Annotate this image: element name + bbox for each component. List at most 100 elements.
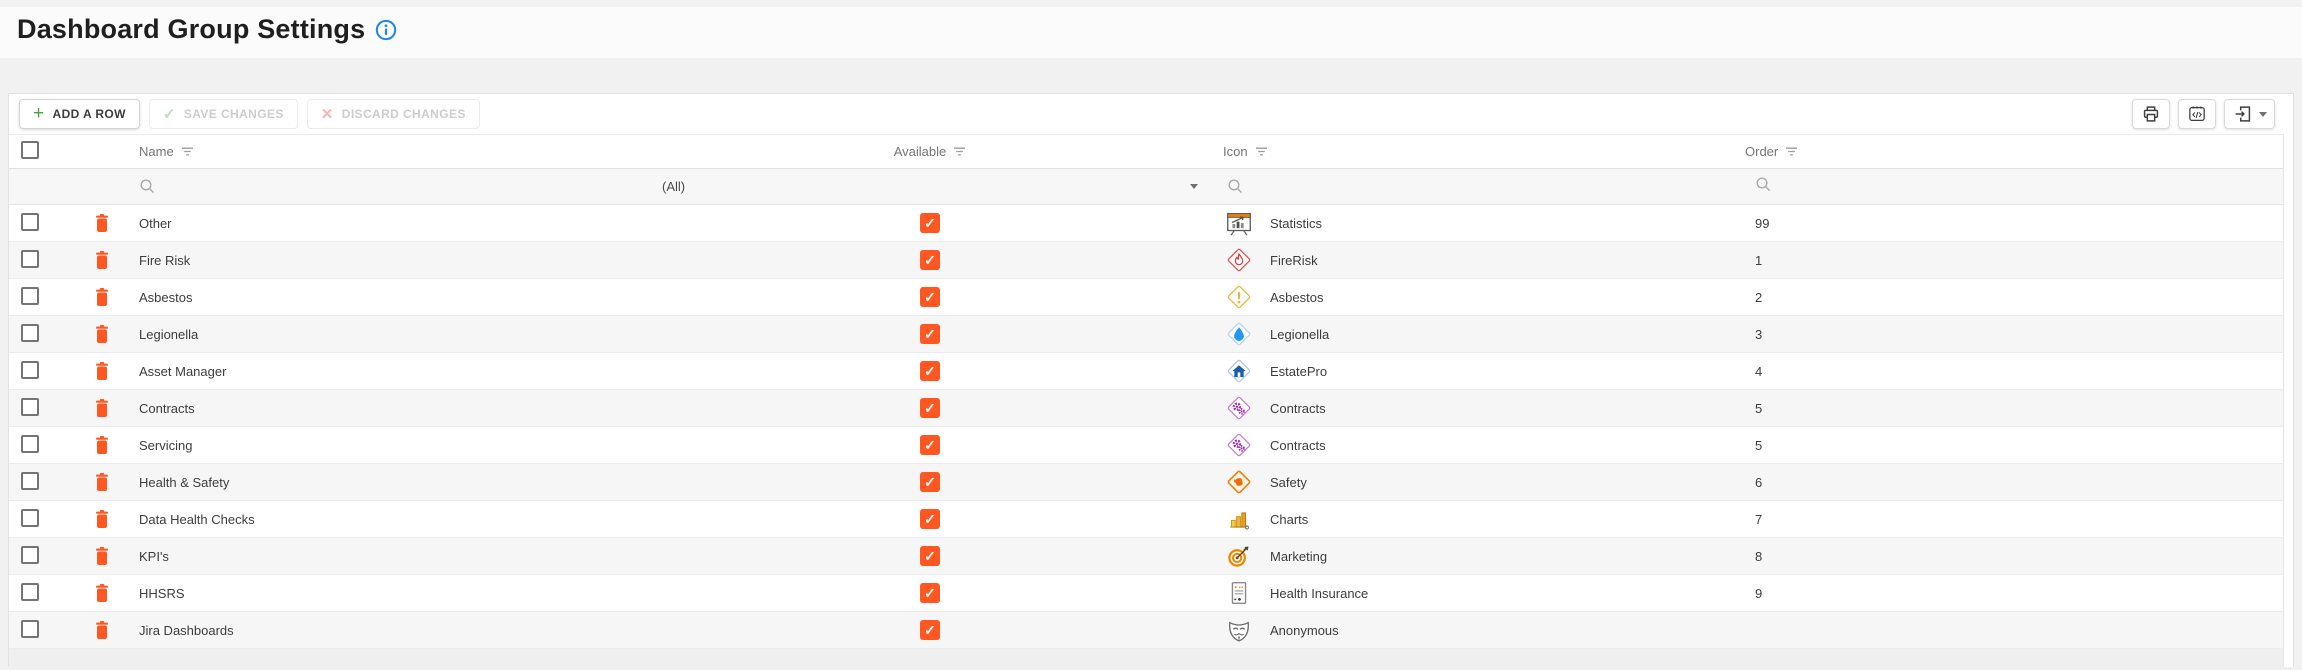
available-checkbox[interactable]: ✓ [920, 435, 940, 455]
name-cell[interactable]: Asset Manager [139, 364, 645, 379]
row-select-checkbox[interactable] [21, 545, 39, 564]
order-cell[interactable]: 2 [1745, 290, 2293, 305]
icon-cell[interactable]: Health Insurance [1215, 577, 1745, 609]
row-select-checkbox[interactable] [21, 508, 39, 527]
column-header-order[interactable]: Order [1745, 144, 2293, 159]
available-cell[interactable]: ✓ [645, 620, 1215, 640]
icon-cell[interactable]: Anonymous [1215, 614, 1745, 646]
icon-cell[interactable]: Marketing [1215, 540, 1745, 572]
vertical-scrollbar-track[interactable] [2283, 134, 2293, 667]
available-cell[interactable]: ✓ [645, 583, 1215, 603]
icon-cell[interactable]: FireRisk [1215, 244, 1745, 276]
order-cell[interactable]: 9 [1745, 586, 2293, 601]
delete-row-icon[interactable] [93, 620, 111, 640]
available-cell[interactable]: ✓ [645, 361, 1215, 381]
icon-cell[interactable]: Safety [1215, 466, 1745, 498]
delete-row-icon[interactable] [93, 546, 111, 566]
name-cell[interactable]: Servicing [139, 438, 645, 453]
column-header-name[interactable]: Name [139, 144, 645, 159]
column-header-icon[interactable]: Icon [1223, 144, 1268, 159]
row-select-checkbox[interactable] [21, 397, 39, 416]
header-filter-icon[interactable] [1255, 146, 1268, 157]
name-filter-input[interactable] [139, 178, 645, 195]
name-cell[interactable]: Contracts [139, 401, 645, 416]
icon-cell[interactable]: Charts [1215, 503, 1745, 535]
row-select-checkbox[interactable] [21, 471, 39, 490]
code-export-button[interactable] [2178, 99, 2216, 129]
name-cell[interactable]: Asbestos [139, 290, 645, 305]
row-select-checkbox[interactable] [21, 286, 39, 305]
available-checkbox[interactable]: ✓ [920, 472, 940, 492]
icon-cell[interactable]: EstatePro [1215, 355, 1745, 387]
available-cell[interactable]: ✓ [645, 509, 1215, 529]
available-checkbox[interactable]: ✓ [920, 250, 940, 270]
row-select-checkbox[interactable] [21, 323, 39, 342]
row-select-checkbox[interactable] [21, 249, 39, 268]
save-changes-button[interactable]: ✓ SAVE CHANGES [148, 99, 298, 129]
available-checkbox[interactable]: ✓ [920, 546, 940, 566]
delete-row-icon[interactable] [93, 472, 111, 492]
row-select-checkbox[interactable] [21, 360, 39, 379]
order-cell[interactable]: 5 [1745, 438, 2293, 453]
delete-row-icon[interactable] [93, 583, 111, 603]
available-cell[interactable]: ✓ [645, 398, 1215, 418]
available-cell[interactable]: ✓ [645, 213, 1215, 233]
order-filter-input[interactable] [1745, 176, 2293, 198]
name-cell[interactable]: Other [139, 216, 645, 231]
available-checkbox[interactable]: ✓ [920, 324, 940, 344]
available-checkbox[interactable]: ✓ [920, 361, 940, 381]
icon-cell[interactable]: Asbestos [1215, 281, 1745, 313]
delete-row-icon[interactable] [93, 250, 111, 270]
name-cell[interactable]: Legionella [139, 327, 645, 342]
available-cell[interactable]: ✓ [645, 324, 1215, 344]
available-checkbox[interactable]: ✓ [920, 620, 940, 640]
name-cell[interactable]: Health & Safety [139, 475, 645, 490]
order-cell[interactable]: 3 [1745, 327, 2293, 342]
delete-row-icon[interactable] [93, 398, 111, 418]
available-filter-select[interactable]: (All) [645, 179, 1215, 194]
name-cell[interactable]: Fire Risk [139, 253, 645, 268]
delete-row-icon[interactable] [93, 287, 111, 307]
select-all-checkbox[interactable] [21, 141, 39, 159]
available-checkbox[interactable]: ✓ [920, 583, 940, 603]
row-select-checkbox[interactable] [21, 434, 39, 453]
discard-changes-button[interactable]: ✕ DISCARD CHANGES [306, 99, 480, 129]
header-filter-icon[interactable] [953, 146, 966, 157]
delete-row-icon[interactable] [93, 361, 111, 381]
print-button[interactable] [2132, 99, 2170, 129]
name-cell[interactable]: Data Health Checks [139, 512, 645, 527]
name-cell[interactable]: Jira Dashboards [139, 623, 645, 638]
delete-row-icon[interactable] [93, 435, 111, 455]
icon-filter-input[interactable] [1215, 178, 1745, 195]
available-cell[interactable]: ✓ [645, 287, 1215, 307]
available-checkbox[interactable]: ✓ [920, 213, 940, 233]
available-checkbox[interactable]: ✓ [920, 398, 940, 418]
order-cell[interactable]: 8 [1745, 549, 2293, 564]
icon-cell[interactable]: Contracts [1215, 429, 1745, 461]
row-select-checkbox[interactable] [21, 582, 39, 601]
order-cell[interactable]: 1 [1745, 253, 2293, 268]
delete-row-icon[interactable] [93, 213, 111, 233]
available-cell[interactable]: ✓ [645, 435, 1215, 455]
available-cell[interactable]: ✓ [645, 546, 1215, 566]
available-checkbox[interactable]: ✓ [920, 287, 940, 307]
add-a-row-button[interactable]: + ADD A ROW [19, 99, 140, 129]
row-select-checkbox[interactable] [21, 619, 39, 638]
icon-cell[interactable]: Contracts [1215, 392, 1745, 424]
icon-cell[interactable]: Statistics [1215, 207, 1745, 239]
name-cell[interactable]: KPI's [139, 549, 645, 564]
header-filter-icon[interactable] [181, 146, 194, 157]
header-filter-icon[interactable] [1785, 146, 1798, 157]
available-checkbox[interactable]: ✓ [920, 509, 940, 529]
order-cell[interactable]: 4 [1745, 364, 2293, 379]
column-header-available[interactable]: Available [894, 144, 967, 159]
order-cell[interactable]: 7 [1745, 512, 2293, 527]
info-icon[interactable] [375, 19, 397, 41]
order-cell[interactable]: 6 [1745, 475, 2293, 490]
delete-row-icon[interactable] [93, 509, 111, 529]
export-button[interactable] [2224, 99, 2275, 129]
name-cell[interactable]: HHSRS [139, 586, 645, 601]
available-cell[interactable]: ✓ [645, 472, 1215, 492]
icon-cell[interactable]: Legionella [1215, 318, 1745, 350]
delete-row-icon[interactable] [93, 324, 111, 344]
